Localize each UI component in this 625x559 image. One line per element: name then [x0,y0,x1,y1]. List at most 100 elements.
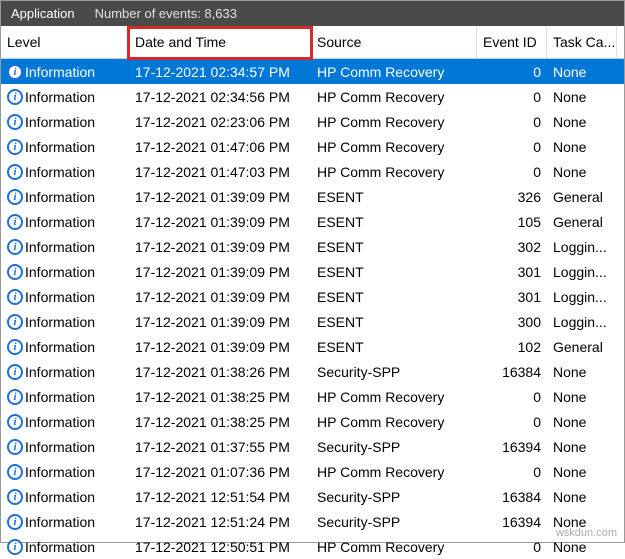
cell-level: iInformation [1,487,129,507]
table-row[interactable]: iInformation17-12-2021 12:51:24 PMSecuri… [1,509,624,534]
level-text: Information [25,364,95,380]
information-icon: i [7,89,23,105]
cell-level: iInformation [1,137,129,157]
header-event-id[interactable]: Event ID [477,26,547,58]
table-row[interactable]: iInformation 17-12-2021 01:37:55 PMSecuri… [1,434,624,459]
cell-event-id: 102 [477,337,547,357]
cell-task: None [547,437,617,457]
table-row[interactable]: iInformation17-12-2021 01:38:26 PMSecuri… [1,359,624,384]
cell-source: Security-SPP [311,362,477,382]
header-date-time[interactable]: Date and Time [129,26,311,58]
cell-source: HP Comm Recovery [311,112,477,132]
cell-source: HP Comm Recovery [311,137,477,157]
cell-source: HP Comm Recovery [311,412,477,432]
cell-event-id: 105 [477,212,547,232]
header-task-category[interactable]: Task Ca... [547,26,617,58]
cell-level: iInformation [1,537,129,557]
cell-source: ESENT [311,262,477,282]
cell-task: Loggin... [547,287,617,307]
cell-date: 17-12-2021 01:47:03 PM [129,162,311,182]
cell-date: 17-12-2021 12:50:51 PM [129,537,311,557]
cell-event-id: 301 [477,262,547,282]
table-row[interactable]: iInformation17-12-2021 02:34:56 PMHP Com… [1,84,624,109]
information-icon: i [7,389,23,405]
header-source[interactable]: Source [311,26,477,58]
cell-task: None [547,87,617,107]
cell-event-id: 302 [477,237,547,257]
table-row[interactable]: iInformation17-12-2021 02:34:57 PMHP Com… [1,59,624,84]
cell-source: Security-SPP [311,512,477,532]
cell-level: iInformation [1,312,129,332]
level-text: Information [25,264,95,280]
table-row[interactable]: iInformation17-12-2021 01:07:36 PMHP Com… [1,459,624,484]
table-row[interactable]: iInformation17-12-2021 01:39:09 PMESENT3… [1,309,624,334]
cell-source: ESENT [311,312,477,332]
level-text: Information [25,139,95,155]
cell-date: 17-12-2021 01:39:09 PM [129,187,311,207]
cell-level: iInformation [1,462,129,482]
cell-level: iInformation [1,337,129,357]
cell-event-id: 301 [477,287,547,307]
level-text: Information [25,439,95,455]
level-text: Information [25,389,95,405]
cell-date: 17-12-2021 01:07:36 PM [129,462,311,482]
cell-level: iInformation [1,362,129,382]
level-text: Information [25,489,95,505]
cell-event-id: 0 [477,537,547,557]
app-name: Application [11,6,75,21]
header-level[interactable]: Level [1,26,129,58]
table-row[interactable]: iInformation17-12-2021 12:51:54 PMSecuri… [1,484,624,509]
cell-source: HP Comm Recovery [311,87,477,107]
cell-level: iInformation [1,112,129,132]
table-row[interactable]: iInformation17-12-2021 02:23:06 PMHP Com… [1,109,624,134]
watermark: wskdun.com [556,527,617,539]
cell-date: 17-12-2021 01:38:25 PM [129,412,311,432]
table-row[interactable]: iInformation17-12-2021 01:39:09 PMESENT3… [1,234,624,259]
table-row[interactable]: iInformation17-12-2021 01:38:25 PMHP Com… [1,409,624,434]
cell-date: 17-12-2021 01:37:55 PM [129,437,311,457]
cell-task: None [547,412,617,432]
table-row[interactable]: iInformation17-12-2021 12:50:51 PMHP Com… [1,534,624,559]
information-icon: i [7,314,23,330]
cell-task: None [547,462,617,482]
cell-task: None [547,487,617,507]
table-row[interactable]: iInformation17-12-2021 01:39:09 PMESENT1… [1,334,624,359]
information-icon: i [7,114,23,130]
cell-date: 17-12-2021 01:39:09 PM [129,337,311,357]
level-text: Information [25,164,95,180]
table-row[interactable]: iInformation17-12-2021 01:38:25 PMHP Com… [1,384,624,409]
cell-date: 17-12-2021 12:51:54 PM [129,487,311,507]
information-icon: i [7,364,23,380]
cell-event-id: 300 [477,312,547,332]
cell-task: Loggin... [547,237,617,257]
cell-date: 17-12-2021 12:51:24 PM [129,512,311,532]
information-icon: i [7,214,23,230]
level-text: Information [25,189,95,205]
column-headers: Level Date and Time Source Event ID Task… [1,26,624,59]
event-count: Number of events: 8,633 [95,6,237,21]
cell-source: HP Comm Recovery [311,162,477,182]
table-row[interactable]: iInformation17-12-2021 01:39:09 PMESENT1… [1,209,624,234]
information-icon: i [7,164,23,180]
cell-source: Security-SPP [311,437,477,457]
cell-date: 17-12-2021 01:47:06 PM [129,137,311,157]
information-icon: i [7,289,23,305]
level-text: Information [25,89,95,105]
cell-level: iInformation [1,87,129,107]
table-row[interactable]: iInformation17-12-2021 01:39:09 PMESENT3… [1,184,624,209]
information-icon: i [7,439,23,455]
cell-source: ESENT [311,337,477,357]
information-icon: i [7,464,23,480]
event-list[interactable]: iInformation17-12-2021 02:34:57 PMHP Com… [1,59,624,559]
cell-task: None [547,537,617,557]
information-icon: i [7,414,23,430]
information-icon: i [7,264,23,280]
table-row[interactable]: iInformation17-12-2021 01:39:09 PMESENT3… [1,284,624,309]
table-row[interactable]: iInformation17-12-2021 01:47:06 PMHP Com… [1,134,624,159]
cell-date: 17-12-2021 01:38:26 PM [129,362,311,382]
level-text: Information [25,314,95,330]
cell-task: None [547,362,617,382]
table-row[interactable]: iInformation17-12-2021 01:39:09 PMESENT3… [1,259,624,284]
cell-date: 17-12-2021 01:39:09 PM [129,287,311,307]
table-row[interactable]: iInformation 17-12-2021 01:47:03 PMHP Com… [1,159,624,184]
